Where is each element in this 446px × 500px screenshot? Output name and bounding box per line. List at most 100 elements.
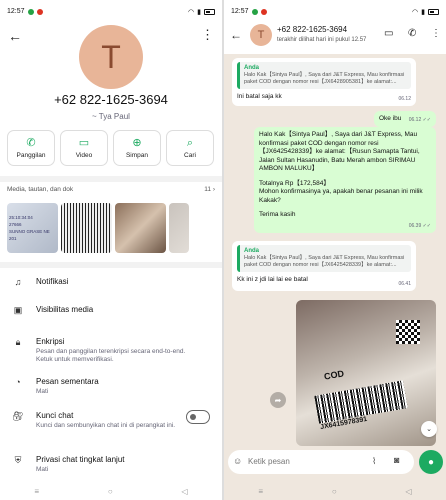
media-thumbnails: 25:10:34:04 27666 SUNNO GRASE NE 201 (7, 203, 189, 253)
outgoing-message[interactable]: Halo Kak【Sintya Paul】, Saya dari J&T Exp… (254, 127, 436, 233)
disappearing-title: Pesan sementara (36, 377, 99, 386)
shield-icon: ⛨ (14, 455, 22, 465)
advanced-privacy-title: Privasi chat tingkat lanjut (36, 455, 125, 464)
image-icon: ▣ (13, 305, 23, 315)
home-nav-icon[interactable]: ○ (332, 487, 337, 496)
status-time: 12:57 (7, 8, 25, 15)
thumb-text: SUNNO GRASE NE (9, 229, 50, 234)
video-label: Video (75, 151, 93, 159)
notifications-label: Notifikasi (36, 277, 69, 286)
status-bar: 12:57 ◠ ▮ (224, 0, 446, 18)
add-person-icon: ⊕ (132, 136, 142, 149)
phone-icon: ✆ (26, 136, 36, 149)
disappearing-subtitle: Mati (36, 388, 49, 395)
menu-nav-icon[interactable]: ≡ (258, 487, 263, 496)
media-thumb[interactable] (115, 203, 166, 253)
message-time: 06.12 ✓✓ (408, 116, 431, 123)
scroll-down-icon[interactable]: ⌄ (421, 421, 437, 437)
advanced-privacy-row[interactable]: ⛨ Privasi chat tingkat lanjut Mati (0, 455, 222, 474)
more-options-icon[interactable]: ⋮ (431, 28, 441, 39)
back-arrow-icon[interactable]: ← (230, 28, 242, 42)
save-contact-button[interactable]: ⊕ Simpan (113, 130, 161, 166)
signal-icon: ▮ (197, 8, 201, 16)
image-message[interactable]: COD JX6415978391 (296, 300, 436, 446)
timer-icon: ◔ (15, 377, 21, 387)
back-arrow-icon[interactable]: ← (8, 28, 22, 44)
video-call-icon[interactable]: ▭ (384, 28, 393, 39)
message-text: Halo Kak【Sintya Paul】, Saya dari J&T Exp… (259, 131, 420, 172)
contact-info-panel: 12:57 ◠ ▮ ← ⋮ T +62 822-1625-3694 ~ Tya P… (0, 0, 222, 500)
advanced-privacy-subtitle: Mati (36, 466, 49, 473)
save-label: Simpan (125, 151, 149, 159)
media-visibility-label: Visibilitas media (36, 305, 94, 314)
encryption-subtitle: Pesan dan panggilan terenkripsi secara e… (36, 348, 186, 363)
phone-icon[interactable]: ✆ (408, 28, 416, 39)
media-visibility-row[interactable]: ▣ Visibilitas media (0, 305, 222, 316)
status-time: 12:57 (231, 8, 249, 15)
qr-code (396, 320, 420, 344)
media-thumb[interactable]: 25:10:34:04 27666 SUNNO GRASE NE 201 (7, 203, 58, 253)
bell-icon: ♫ (14, 277, 22, 287)
message-total: Totalnya Rp【172,584】 (259, 179, 330, 187)
mic-button[interactable]: ● (419, 450, 443, 474)
media-header[interactable]: Media, tautan, dan dok 11 › (7, 186, 215, 193)
camera-icon[interactable]: ◙ (394, 455, 399, 465)
encryption-title: Enkripsi (36, 337, 65, 346)
forward-icon[interactable]: ➦ (270, 392, 286, 408)
encryption-row[interactable]: 🔒︎ Enkripsi Pesan dan panggilan terenkrip… (0, 337, 222, 364)
chat-lock-subtitle: Kunci dan sembunyikan chat ini di perang… (36, 422, 176, 429)
back-nav-icon[interactable]: ◁ (405, 487, 411, 496)
chat-lock-toggle[interactable] (186, 410, 210, 424)
chat-lock-icon: 🔐︎ (12, 411, 24, 421)
media-thumb[interactable] (61, 203, 112, 253)
media-thumb[interactable] (169, 203, 189, 253)
chevron-right-icon: › (212, 186, 215, 193)
quoted-message[interactable]: Anda Halo Kak【Sintya Paul】, Saya dari J&… (237, 245, 411, 272)
chat-contact[interactable]: +62 822-1625-3694 (277, 25, 347, 34)
lock-icon: 🔒︎ (15, 337, 21, 347)
quote-author: Anda (244, 248, 259, 254)
chat-header: ← T +62 822-1625-3694 terakhir dilihat h… (224, 18, 446, 54)
battery-icon (204, 8, 215, 15)
sticker-icon[interactable]: ☺ (233, 456, 242, 466)
thumb-text: 27666 (9, 222, 22, 227)
chat-avatar[interactable]: T (250, 24, 272, 46)
system-nav-bar: ≡ ○ ◁ (0, 482, 222, 500)
menu-nav-icon[interactable]: ≡ (34, 487, 39, 496)
package-label-text: COD (323, 368, 345, 382)
action-buttons: ✆ Panggilan ▭ Video ⊕ Simpan ⌕ Cari (7, 130, 214, 166)
status-bar: 12:57 ◠ ▮ (0, 0, 222, 18)
incoming-message[interactable]: Anda Halo Kak【Sintya Paul】, Saya dari J&… (232, 241, 416, 291)
wifi-icon: ◠ (412, 8, 419, 16)
incoming-message[interactable]: Anda Halo Kak【Sintya Paul】, Saya dari J&… (232, 58, 416, 106)
contact-phone: +62 822-1625-3694 (54, 92, 168, 107)
notifications-row[interactable]: ♫ Notifikasi (0, 277, 222, 287)
search-icon: ⌕ (186, 136, 194, 149)
outgoing-message[interactable]: Oke ibu 06.12 ✓✓ (374, 111, 436, 127)
call-label: Panggilan (16, 151, 46, 159)
back-nav-icon[interactable]: ◁ (181, 487, 187, 496)
more-options-icon[interactable]: ⋮ (201, 27, 214, 43)
disappearing-messages-row[interactable]: ◔ Pesan sementara Mati (0, 377, 222, 396)
quoted-message[interactable]: Anda Halo Kak【Sintya Paul】, Saya dari J&… (237, 62, 411, 89)
home-nav-icon[interactable]: ○ (108, 487, 113, 496)
media-label: Media, tautan, dan dok (7, 186, 74, 193)
quote-text: Halo Kak【Sintya Paul】, Saya dari J&T Exp… (244, 255, 405, 268)
mic-icon: ● (427, 456, 435, 468)
thumb-text: 201 (9, 236, 17, 241)
notification-icon (36, 8, 43, 15)
message-input[interactable]: Ketik pesan (248, 457, 290, 466)
media-count: 11 (204, 186, 212, 193)
message-time: 06.12 (398, 95, 411, 102)
section-divider (0, 176, 222, 182)
avatar[interactable]: T (79, 25, 143, 89)
notification-icon (260, 8, 267, 15)
battery-icon (428, 8, 439, 15)
message-composer[interactable]: ☺ Ketik pesan ⌇ ◙ (228, 450, 414, 474)
attach-icon[interactable]: ⌇ (372, 456, 376, 467)
message-thanks: Terima kasih (259, 211, 296, 218)
call-button[interactable]: ✆ Panggilan (7, 130, 55, 166)
wifi-icon: ◠ (188, 8, 195, 16)
search-button[interactable]: ⌕ Cari (166, 130, 214, 166)
video-button[interactable]: ▭ Video (60, 130, 108, 166)
